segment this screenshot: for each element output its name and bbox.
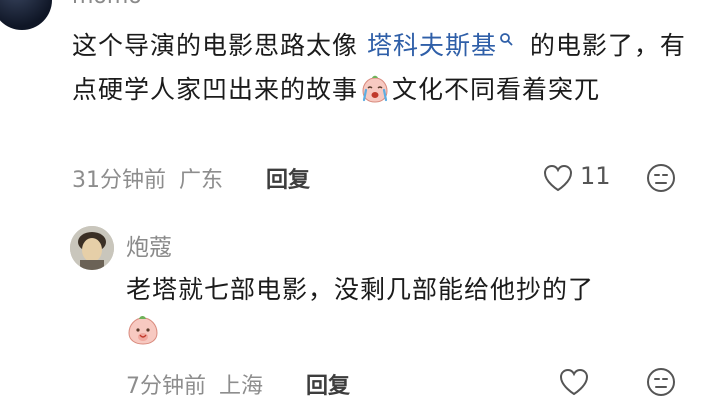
avatar[interactable] [70, 226, 114, 270]
avatar-image [70, 226, 114, 270]
unhappy-face-icon[interactable] [645, 162, 677, 194]
comment-text: 这个导演的电影思路太像 塔科夫斯基 的电影了，有点硬学人家凹出来的故事 文化不同… [72, 24, 692, 112]
avatar[interactable] [0, 0, 52, 30]
unhappy-face-icon[interactable] [645, 366, 677, 398]
reply-button[interactable]: 回复 [306, 368, 350, 400]
search-icon[interactable] [499, 32, 513, 46]
comment-location: 上海 [219, 374, 264, 399]
comment-time: 31分钟前 [72, 168, 166, 193]
search-link[interactable]: 塔科夫斯基 [367, 31, 497, 60]
like-count: 11 [580, 162, 611, 190]
heart-outline-icon[interactable] [542, 163, 574, 193]
heart-outline-icon[interactable] [558, 367, 590, 397]
comment-text: 老塔就七部电影，没剩几部能给他抄的了 [126, 268, 594, 312]
crying-emoji [362, 75, 388, 103]
comment-meta: 7分钟前 上海 [126, 368, 263, 400]
reply-button[interactable]: 回复 [266, 162, 310, 194]
comment-text-part: 老塔就七部电影，没剩几部能给他抄的了 [126, 275, 595, 304]
comment-text-part: 这个导演的电影思路太像 [72, 31, 367, 60]
comment-username[interactable]: 炮蔻 [126, 228, 172, 262]
comment-meta: 31分钟前 广东 [72, 162, 223, 194]
comment-username[interactable]: momo [72, 0, 142, 9]
peach-emoji [128, 316, 158, 345]
comment-text-part: 文化不同看着突兀 [392, 75, 601, 104]
comment-location: 广东 [179, 168, 224, 193]
comment-time: 7分钟前 [126, 374, 206, 399]
